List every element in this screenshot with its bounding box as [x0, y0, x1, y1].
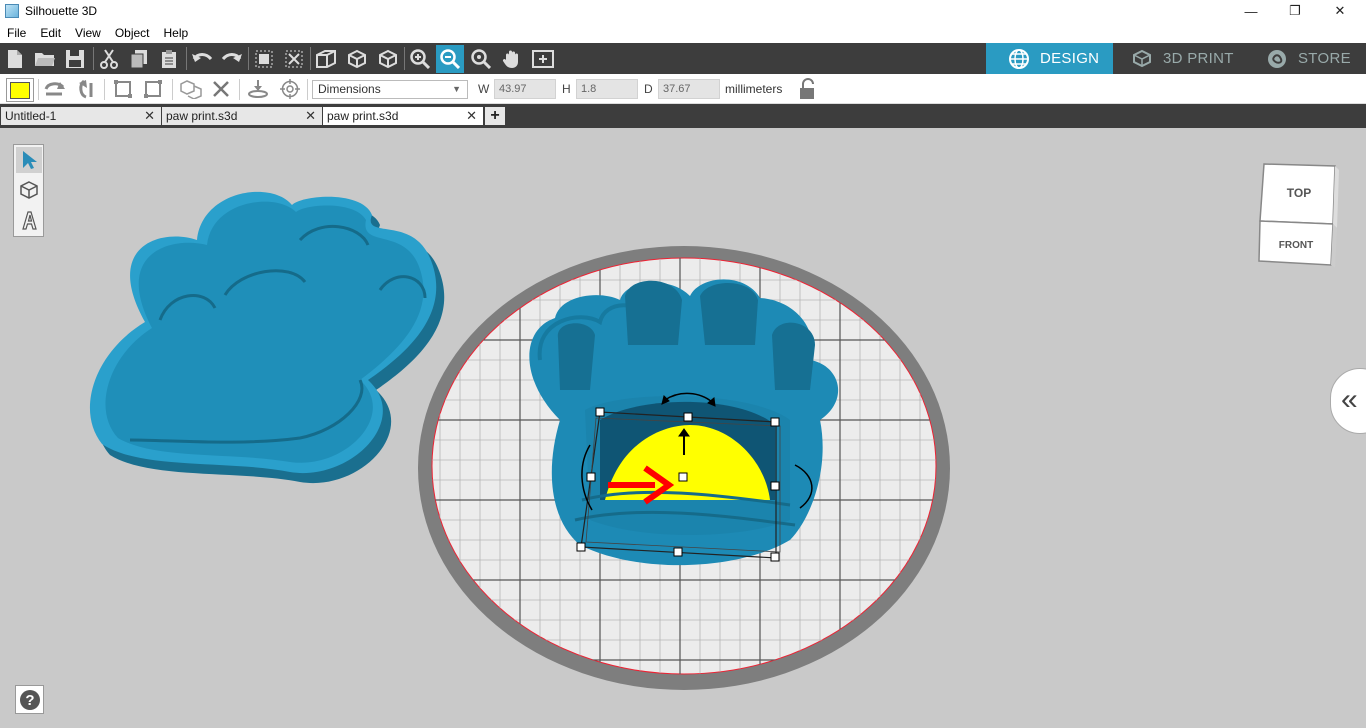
chevron-down-icon: ▼	[452, 84, 461, 94]
group-icon[interactable]	[250, 45, 278, 73]
align-icon[interactable]	[110, 77, 136, 101]
width-label: W	[478, 82, 490, 96]
question-icon: ?	[19, 689, 40, 710]
doc-tab-label: paw print.s3d	[166, 109, 238, 123]
new-file-icon[interactable]	[1, 45, 29, 73]
doc-tab-untitled[interactable]: Untitled-1 ✕	[1, 107, 161, 125]
copy-icon[interactable]	[125, 45, 153, 73]
main-toolbar: DESIGN 3D PRINT STORE	[0, 43, 1366, 74]
delete-icon[interactable]	[208, 77, 234, 101]
globe-icon	[1009, 48, 1029, 69]
redo-icon[interactable]	[218, 45, 246, 73]
zoom-in-icon[interactable]	[406, 45, 434, 73]
tab-design-label: DESIGN	[1040, 50, 1100, 67]
fit-page-icon[interactable]	[529, 45, 557, 73]
select-arrow-icon[interactable]	[16, 147, 42, 173]
paste-icon[interactable]	[155, 45, 183, 73]
rotate-up-icon[interactable]	[73, 77, 99, 101]
cube-view-icon[interactable]	[343, 45, 371, 73]
menu-help[interactable]: Help	[157, 26, 196, 40]
depth-label: D	[644, 82, 653, 96]
dimensions-dropdown[interactable]: Dimensions ▼	[312, 80, 468, 99]
rotate-left-icon[interactable]	[42, 77, 68, 101]
help-button[interactable]: ?	[15, 685, 44, 714]
tab-store-label: STORE	[1298, 50, 1351, 67]
height-label: H	[562, 82, 571, 96]
window-title: Silhouette 3D	[25, 4, 98, 18]
menu-edit[interactable]: Edit	[33, 26, 68, 40]
close-button[interactable]: ✕	[1317, 0, 1363, 22]
cube-primitive-icon[interactable]	[16, 177, 42, 203]
print-3d-icon	[1133, 49, 1151, 67]
svg-text:?: ?	[25, 692, 34, 709]
depth-field[interactable]: 37.67	[658, 79, 720, 99]
doc-tab-paw-print-active[interactable]: paw print.s3d ✕	[323, 107, 483, 125]
title-bar: Silhouette 3D — ❐ ✕	[0, 0, 1366, 22]
close-tab-icon[interactable]: ✕	[466, 107, 477, 125]
close-tab-icon[interactable]: ✕	[144, 107, 155, 125]
minimize-button[interactable]: —	[1228, 0, 1274, 22]
scene	[89, 191, 950, 690]
cube-front-label: FRONT	[1279, 240, 1313, 251]
open-folder-icon[interactable]	[31, 45, 59, 73]
lock-aspect-icon[interactable]	[798, 78, 818, 100]
left-tool-palette	[13, 144, 44, 237]
tab-design[interactable]: DESIGN	[986, 43, 1113, 74]
doc-tab-label: paw print.s3d	[327, 109, 399, 123]
text-3d-icon[interactable]	[16, 207, 42, 233]
double-chevron-left-icon: «	[1341, 383, 1358, 416]
paw-cutter-model[interactable]	[529, 279, 839, 566]
store-icon	[1268, 49, 1286, 68]
pan-hand-icon[interactable]	[498, 45, 526, 73]
zoom-fit-icon[interactable]	[467, 45, 495, 73]
combine-icon[interactable]	[178, 77, 204, 101]
cube-top-label: TOP	[1287, 186, 1311, 200]
paw-model-left[interactable]	[89, 191, 445, 484]
zoom-out-icon[interactable]	[436, 45, 464, 73]
doc-tab-label: Untitled-1	[5, 109, 57, 123]
doc-tab-paw-print[interactable]: paw print.s3d ✕	[162, 107, 322, 125]
save-icon[interactable]	[61, 45, 89, 73]
dimensions-mode-value: Dimensions	[318, 82, 381, 96]
tab-3d-print[interactable]: 3D PRINT	[1113, 43, 1240, 74]
menu-bar: File Edit View Object Help	[0, 22, 1366, 43]
height-field[interactable]: 1.8	[576, 79, 638, 99]
width-field[interactable]: 43.97	[494, 79, 556, 99]
cut-icon[interactable]	[95, 45, 123, 73]
menu-file[interactable]: File	[0, 26, 33, 40]
3d-viewport[interactable]	[0, 128, 1366, 728]
menu-object[interactable]: Object	[108, 26, 157, 40]
fill-color-swatch[interactable]	[6, 78, 34, 102]
resize-icon[interactable]	[140, 77, 166, 101]
undo-icon[interactable]	[188, 45, 216, 73]
units-label: millimeters	[725, 82, 783, 96]
view-cube[interactable]: TOP FRONT	[1255, 160, 1345, 270]
drop-to-floor-icon[interactable]	[245, 77, 271, 101]
ungroup-icon[interactable]	[280, 45, 308, 73]
app-icon	[5, 4, 19, 18]
perspective-icon[interactable]	[312, 45, 340, 73]
close-tab-icon[interactable]: ✕	[305, 107, 316, 125]
tab-store[interactable]: STORE	[1240, 43, 1366, 74]
tab-3d-print-label: 3D PRINT	[1163, 50, 1234, 67]
cube-view-alt-icon[interactable]	[374, 45, 402, 73]
add-tab-button[interactable]: +	[485, 107, 505, 125]
center-target-icon[interactable]	[277, 77, 303, 101]
menu-view[interactable]: View	[68, 26, 108, 40]
restore-button[interactable]: ❐	[1272, 0, 1318, 22]
